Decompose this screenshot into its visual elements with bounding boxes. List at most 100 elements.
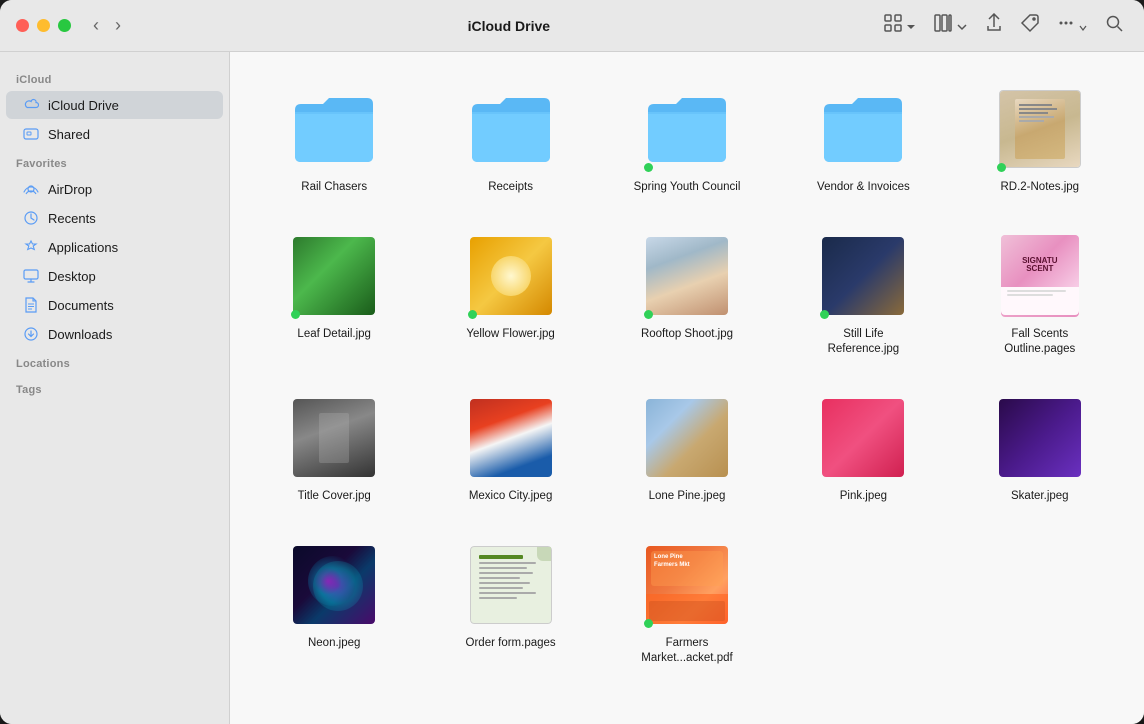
file-label-spring-youth-council: Spring Youth Council xyxy=(634,180,741,195)
folder-icon xyxy=(822,94,904,164)
back-button[interactable]: ‹ xyxy=(87,13,105,38)
sidebar-label-applications: Applications xyxy=(48,240,118,255)
sidebar-label-recents: Recents xyxy=(48,211,96,226)
file-thumb xyxy=(818,84,908,174)
close-button[interactable] xyxy=(16,19,29,32)
sidebar-item-applications[interactable]: Applications xyxy=(6,233,223,261)
status-dot-stilllife xyxy=(820,310,829,319)
file-item-leaf-detail[interactable]: Leaf Detail.jpg xyxy=(250,223,418,365)
file-label-flower: Yellow Flower.jpg xyxy=(466,327,554,342)
shared-icon xyxy=(22,125,40,143)
file-label-receipts: Receipts xyxy=(488,180,533,195)
file-label-rooftop: Rooftop Shoot.jpg xyxy=(641,327,733,342)
sidebar-item-desktop[interactable]: Desktop xyxy=(6,262,223,290)
file-thumbnail-rd2 xyxy=(999,90,1081,168)
file-item-farmers-market[interactable]: Lone PineFarmers Mkt Farmers Market...ac… xyxy=(603,532,771,674)
view-columns-button[interactable] xyxy=(929,9,971,42)
file-thumbnail-fallscents: SIGNATUSCENT xyxy=(1001,235,1079,317)
folder-icon xyxy=(293,94,375,164)
file-item-pink[interactable]: Pink.jpeg xyxy=(779,385,947,512)
file-label-fallscents: Fall Scents Outline.pages xyxy=(985,327,1095,357)
file-item-fall-scents[interactable]: SIGNATUSCENT Fall Scents Outline.pages xyxy=(956,223,1124,365)
sidebar-item-airdrop[interactable]: AirDrop xyxy=(6,175,223,203)
sidebar-item-icloud-drive[interactable]: iCloud Drive xyxy=(6,91,223,119)
file-thumbnail-neon xyxy=(293,546,375,624)
file-item-skater[interactable]: Skater.jpeg xyxy=(956,385,1124,512)
file-thumb xyxy=(818,393,908,483)
file-thumb: Lone PineFarmers Mkt xyxy=(642,540,732,630)
file-label-neon: Neon.jpeg xyxy=(308,636,360,651)
file-label-pink: Pink.jpeg xyxy=(840,489,887,504)
file-thumb xyxy=(642,231,732,321)
file-item-rd2-notes[interactable]: RD.2-Notes.jpg xyxy=(956,76,1124,203)
applications-icon xyxy=(22,238,40,256)
file-thumb xyxy=(642,393,732,483)
file-thumbnail-farmers: Lone PineFarmers Mkt xyxy=(646,546,728,624)
file-thumb: SIGNATUSCENT xyxy=(995,231,1085,321)
file-thumb xyxy=(466,540,556,630)
icloud-drive-icon xyxy=(22,96,40,114)
search-button[interactable] xyxy=(1100,9,1128,42)
file-grid: Rail Chasers Receipts xyxy=(250,76,1124,674)
sidebar-section-locations: Locations xyxy=(0,354,229,374)
file-item-receipts[interactable]: Receipts xyxy=(426,76,594,203)
file-thumbnail-pink xyxy=(822,399,904,477)
main-content: Rail Chasers Receipts xyxy=(230,52,1144,724)
desktop-icon xyxy=(22,267,40,285)
content-area: iCloud iCloud Drive Shared xyxy=(0,52,1144,724)
file-thumbnail-leaf xyxy=(293,237,375,315)
file-thumb xyxy=(466,231,556,321)
downloads-icon xyxy=(22,325,40,343)
file-item-order-form[interactable]: Order form.pages xyxy=(426,532,594,674)
toolbar-actions xyxy=(879,9,1128,42)
file-label-rd2-notes: RD.2-Notes.jpg xyxy=(1000,180,1079,195)
tag-button[interactable] xyxy=(1016,9,1044,42)
sidebar-label-airdrop: AirDrop xyxy=(48,182,92,197)
file-item-yellow-flower[interactable]: Yellow Flower.jpg xyxy=(426,223,594,365)
sidebar-section-icloud: iCloud xyxy=(0,70,229,90)
file-item-neon[interactable]: Neon.jpeg xyxy=(250,532,418,674)
sidebar-item-shared[interactable]: Shared xyxy=(6,120,223,148)
file-item-still-life[interactable]: Still Life Reference.jpg xyxy=(779,223,947,365)
file-thumbnail-flower xyxy=(470,237,552,315)
window-title: iCloud Drive xyxy=(139,18,879,34)
file-item-vendor-invoices[interactable]: Vendor & Invoices xyxy=(779,76,947,203)
file-thumbnail-mexicocity xyxy=(470,399,552,477)
file-thumb xyxy=(995,84,1085,174)
file-label-skater: Skater.jpeg xyxy=(1011,489,1069,504)
sidebar-section-tags: Tags xyxy=(0,380,229,400)
recents-icon xyxy=(22,209,40,227)
file-item-spring-youth-council[interactable]: Spring Youth Council xyxy=(603,76,771,203)
sidebar-section-favorites: Favorites xyxy=(0,154,229,174)
file-thumbnail-skater xyxy=(999,399,1081,477)
file-thumb xyxy=(289,231,379,321)
sidebar-label-desktop: Desktop xyxy=(48,269,96,284)
forward-button[interactable]: › xyxy=(109,13,127,38)
sidebar-label-downloads: Downloads xyxy=(48,327,112,342)
file-thumb xyxy=(995,393,1085,483)
file-item-mexico-city[interactable]: Mexico City.jpeg xyxy=(426,385,594,512)
documents-icon xyxy=(22,296,40,314)
status-dot-rooftop xyxy=(644,310,653,319)
file-label-leaf: Leaf Detail.jpg xyxy=(297,327,371,342)
maximize-button[interactable] xyxy=(58,19,71,32)
file-item-rooftop-shoot[interactable]: Rooftop Shoot.jpg xyxy=(603,223,771,365)
file-item-lone-pine[interactable]: Lone Pine.jpeg xyxy=(603,385,771,512)
sidebar-item-documents[interactable]: Documents xyxy=(6,291,223,319)
file-item-title-cover[interactable]: Title Cover.jpg xyxy=(250,385,418,512)
share-button[interactable] xyxy=(980,9,1008,42)
view-grid-button[interactable] xyxy=(879,9,921,42)
file-label-titlecover: Title Cover.jpg xyxy=(298,489,371,504)
minimize-button[interactable] xyxy=(37,19,50,32)
file-thumb xyxy=(289,84,379,174)
file-label-lonepine: Lone Pine.jpeg xyxy=(649,489,726,504)
sidebar: iCloud iCloud Drive Shared xyxy=(0,52,230,724)
folder-icon xyxy=(646,94,728,164)
more-button[interactable] xyxy=(1052,9,1092,42)
file-item-rail-chasers[interactable]: Rail Chasers xyxy=(250,76,418,203)
sidebar-item-recents[interactable]: Recents xyxy=(6,204,223,232)
titlebar: ‹ › iCloud Drive xyxy=(0,0,1144,52)
file-thumbnail-orderform xyxy=(470,546,552,624)
file-label-farmers: Farmers Market...acket.pdf xyxy=(632,636,742,666)
sidebar-item-downloads[interactable]: Downloads xyxy=(6,320,223,348)
